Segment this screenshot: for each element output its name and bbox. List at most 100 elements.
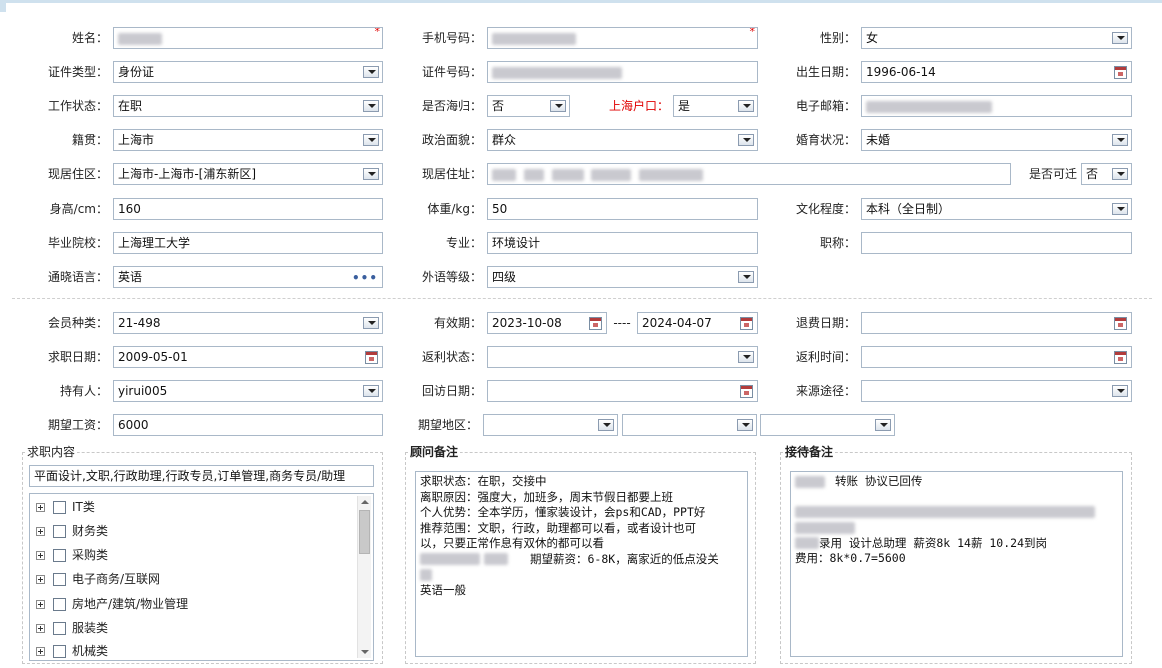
tree-item-realestate[interactable]: 房地产/建筑/物业管理: [36, 595, 188, 613]
redacted-text: [523, 168, 544, 181]
birth-date-field[interactable]: 1996-06-14: [861, 61, 1132, 83]
school-field[interactable]: 上海理工大学: [113, 232, 383, 254]
expand-icon[interactable]: [36, 527, 45, 536]
area-city-select[interactable]: [622, 414, 757, 436]
native-select[interactable]: 上海市: [113, 129, 383, 151]
memo-line-redacted: 期望薪资：6-8K，离家近的低点没关: [420, 552, 743, 568]
language-field[interactable]: 英语 •••: [113, 266, 383, 288]
scroll-thumb[interactable]: [359, 510, 370, 554]
redacted-text: [639, 168, 704, 181]
job-category-tree[interactable]: IT类 财务类 采购类 电子商务/互联网 房地产/建筑/物业管理 服装类 机械类: [29, 493, 374, 661]
chevron-down-icon[interactable]: [1112, 385, 1128, 397]
marital-select[interactable]: 未婚: [861, 129, 1132, 151]
major-label: 专业：: [445, 236, 482, 250]
tree-item-ecommerce[interactable]: 电子商务/互联网: [36, 570, 160, 588]
tree-item-finance[interactable]: 财务类: [36, 522, 108, 540]
address-field[interactable]: [487, 163, 1011, 185]
checkbox[interactable]: [53, 525, 66, 538]
calendar-icon[interactable]: [365, 351, 378, 364]
tree-item-machinery[interactable]: 机械类: [36, 642, 108, 660]
chevron-down-icon[interactable]: [363, 168, 379, 180]
member-type-select[interactable]: 21-498: [113, 312, 383, 334]
chevron-down-icon[interactable]: [363, 317, 379, 329]
tree-scrollbar[interactable]: [357, 496, 371, 658]
height-field[interactable]: 160: [113, 198, 383, 220]
chevron-down-icon[interactable]: [598, 419, 614, 431]
checkbox[interactable]: [53, 501, 66, 514]
gender-select[interactable]: 女: [861, 27, 1132, 49]
valid-from-field[interactable]: 2023-10-08: [487, 312, 607, 334]
lang-level-select[interactable]: 四级: [487, 266, 758, 288]
calendar-icon[interactable]: [1114, 66, 1127, 79]
memo-line: 求职状态：在职，交接中: [420, 474, 547, 488]
chevron-down-icon[interactable]: [738, 351, 754, 363]
chevron-down-icon[interactable]: [738, 271, 754, 283]
refund-date-field[interactable]: [861, 312, 1132, 334]
expand-icon[interactable]: [36, 600, 45, 609]
chevron-down-icon[interactable]: [550, 100, 566, 112]
holder-select[interactable]: yirui005: [113, 380, 383, 402]
major-field[interactable]: 环境设计: [487, 232, 758, 254]
email-field[interactable]: [861, 95, 1132, 117]
calendar-icon[interactable]: [740, 317, 753, 330]
valid-to-field[interactable]: 2024-04-07: [637, 312, 758, 334]
chevron-down-icon[interactable]: [1112, 168, 1128, 180]
redacted-text: [492, 32, 576, 45]
scroll-down-icon[interactable]: [361, 650, 369, 654]
chevron-down-icon[interactable]: [875, 419, 891, 431]
chevron-down-icon[interactable]: [738, 134, 754, 146]
relocate-select[interactable]: 否: [1081, 163, 1132, 185]
rebate-time-field[interactable]: [861, 346, 1132, 368]
job-date-field[interactable]: 2009-05-01: [113, 346, 383, 368]
chevron-down-icon[interactable]: [1112, 32, 1128, 44]
chevron-down-icon[interactable]: [363, 385, 379, 397]
area-district-select[interactable]: [760, 414, 895, 436]
expand-icon[interactable]: [36, 647, 45, 656]
title-field[interactable]: [861, 232, 1132, 254]
name-field[interactable]: *: [113, 27, 383, 49]
checkbox[interactable]: [53, 598, 66, 611]
chevron-down-icon[interactable]: [737, 419, 753, 431]
checkbox[interactable]: [53, 645, 66, 658]
weight-field[interactable]: 50: [487, 198, 758, 220]
calendar-icon[interactable]: [1114, 351, 1127, 364]
expand-icon[interactable]: [36, 503, 45, 512]
checkbox[interactable]: [53, 622, 66, 635]
checkbox[interactable]: [53, 573, 66, 586]
expand-icon[interactable]: [36, 575, 45, 584]
chevron-down-icon[interactable]: [738, 100, 754, 112]
calendar-icon[interactable]: [1114, 317, 1127, 330]
more-icon[interactable]: •••: [352, 268, 378, 287]
tree-item-it[interactable]: IT类: [36, 498, 95, 516]
political-select[interactable]: 群众: [487, 129, 758, 151]
consultant-notes-textarea[interactable]: 求职状态：在职，交接中 离职原因：强度大，加班多，周末节假日都要上班 个人优势：全本…: [415, 471, 748, 657]
education-select[interactable]: 本科（全日制）: [861, 198, 1132, 220]
tree-item-purchase[interactable]: 采购类: [36, 546, 108, 564]
checkbox[interactable]: [53, 549, 66, 562]
reception-notes-textarea[interactable]: 转账 协议已回传 录用 设计总助理 薪资8k 14薪 10.24到岗 费用：8k*0…: [790, 471, 1123, 657]
returnee-select[interactable]: 否: [487, 95, 570, 117]
area-province-select[interactable]: [483, 414, 618, 436]
scroll-up-icon[interactable]: [361, 500, 369, 504]
expand-icon[interactable]: [36, 551, 45, 560]
job-content-summary[interactable]: 平面设计,文职,行政助理,行政专员,订单管理,商务专员/助理: [29, 465, 374, 487]
calendar-icon[interactable]: [589, 317, 602, 330]
expand-icon[interactable]: [36, 624, 45, 633]
chevron-down-icon[interactable]: [363, 100, 379, 112]
sh-hukou-select[interactable]: 是: [673, 95, 758, 117]
id-type-select[interactable]: 身份证: [113, 61, 383, 83]
visit-date-field[interactable]: [487, 380, 758, 402]
rebate-status-select[interactable]: [487, 346, 758, 368]
region-select[interactable]: 上海市-上海市-[浦东新区]: [113, 163, 383, 185]
chevron-down-icon[interactable]: [363, 134, 379, 146]
work-status-select[interactable]: 在职: [113, 95, 383, 117]
salary-field[interactable]: 6000: [113, 414, 383, 436]
calendar-icon[interactable]: [740, 385, 753, 398]
chevron-down-icon[interactable]: [1112, 134, 1128, 146]
chevron-down-icon[interactable]: [363, 66, 379, 78]
tree-item-apparel[interactable]: 服装类: [36, 619, 108, 637]
source-select[interactable]: [861, 380, 1132, 402]
chevron-down-icon[interactable]: [1112, 203, 1128, 215]
phone-field[interactable]: *: [487, 27, 758, 49]
id-no-field[interactable]: [487, 61, 758, 83]
